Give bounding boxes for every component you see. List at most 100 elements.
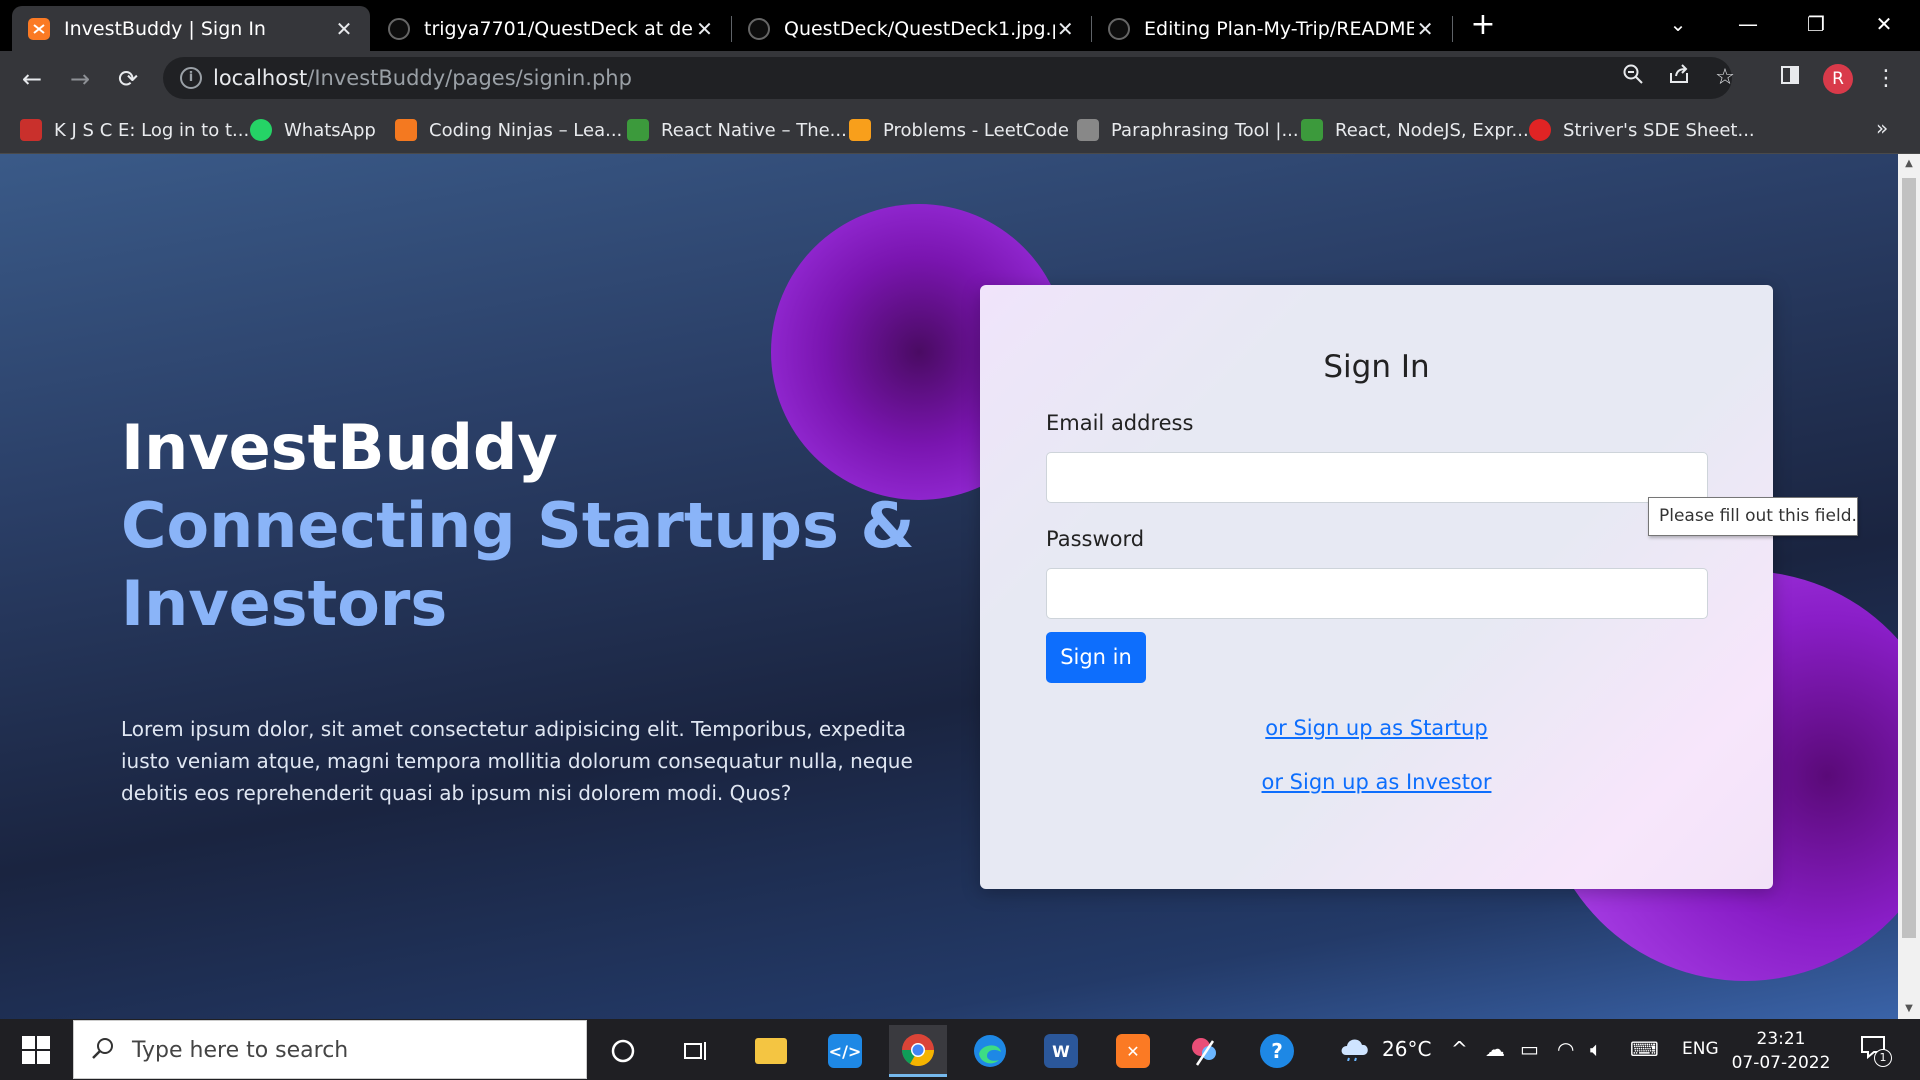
- bookmark-react-nodejs[interactable]: React, NodeJS, Expr...: [1301, 116, 1529, 144]
- help-icon[interactable]: ?: [1248, 1025, 1306, 1077]
- tab-title: InvestBuddy | Sign In: [64, 17, 266, 40]
- address-bar[interactable]: i localhost/InvestBuddy/pages/signin.php…: [163, 57, 1735, 99]
- windows-start-icon[interactable]: [12, 1032, 60, 1068]
- tagline: Connecting Startups & Investors: [121, 489, 915, 640]
- leetcode-icon: [849, 119, 871, 141]
- email-field[interactable]: [1046, 452, 1708, 503]
- forward-button[interactable]: →: [62, 61, 98, 97]
- xampp-icon[interactable]: ✕: [1104, 1025, 1162, 1077]
- password-field[interactable]: [1046, 568, 1708, 619]
- xampp-icon: [28, 17, 50, 40]
- tab-title: QuestDeck/QuestDeck1.jpg.png: [784, 17, 1055, 40]
- weather-temp[interactable]: 26°C: [1382, 1037, 1431, 1061]
- close-icon[interactable]: ✕: [1055, 17, 1076, 41]
- react-nodejs-icon: [1301, 119, 1323, 141]
- snipping-tool-icon[interactable]: [1176, 1025, 1234, 1077]
- tab-plan-my-trip[interactable]: Editing Plan-My-Trip/README.m ✕: [1092, 6, 1450, 51]
- info-icon[interactable]: i: [180, 67, 202, 89]
- bookmark-paraphrasing[interactable]: Paraphrasing Tool |...: [1077, 116, 1299, 144]
- tab-questdeck[interactable]: trigya7701/QuestDeck at dev ✕: [372, 6, 730, 51]
- tab-title: Editing Plan-My-Trip/README.m: [1144, 17, 1415, 40]
- notification-icon[interactable]: 1: [1858, 1035, 1892, 1067]
- close-icon[interactable]: ✕: [693, 17, 716, 41]
- side-panel-icon[interactable]: [1772, 61, 1808, 97]
- bookmark-kjsce[interactable]: K J S C E: Log in to t...: [20, 116, 249, 144]
- wifi-icon[interactable]: ◠: [1557, 1037, 1574, 1061]
- profile-avatar[interactable]: R: [1823, 64, 1853, 94]
- bookmark-label: Striver's SDE Sheet...: [1563, 119, 1755, 141]
- bookmarks-overflow-icon[interactable]: »: [1876, 116, 1888, 140]
- bookmark-striver[interactable]: Striver's SDE Sheet...: [1529, 116, 1755, 144]
- browser-toolbar: ← → ⟳ i localhost/InvestBuddy/pages/sign…: [0, 51, 1920, 106]
- clock-time: 23:21: [1756, 1029, 1806, 1049]
- bookmark-star-icon[interactable]: ☆: [1710, 63, 1740, 93]
- signin-button[interactable]: Sign in: [1046, 632, 1146, 683]
- language-indicator[interactable]: ENG: [1682, 1039, 1719, 1059]
- vscode-icon[interactable]: </>: [816, 1025, 874, 1077]
- tab-investbuddy[interactable]: InvestBuddy | Sign In ✕: [12, 6, 370, 51]
- system-clock[interactable]: 23:21 07-07-2022: [1726, 1027, 1836, 1075]
- new-tab-button[interactable]: +: [1467, 10, 1499, 42]
- password-label: Password: [1046, 527, 1145, 551]
- chevron-up-icon[interactable]: ^: [1451, 1037, 1468, 1061]
- whatsapp-icon: [250, 119, 272, 141]
- tab-strip: InvestBuddy | Sign In ✕ trigya7701/Quest…: [0, 0, 1920, 51]
- windows-taskbar: Type here to search </> W ✕ ? 26°C ^ ☁ ▭…: [0, 1019, 1920, 1080]
- edge-icon[interactable]: [961, 1025, 1019, 1077]
- bookmark-label: K J S C E: Log in to t...: [54, 119, 250, 141]
- tab-questdeck-image[interactable]: QuestDeck/QuestDeck1.jpg.png ✕: [732, 6, 1090, 51]
- coding-ninjas-icon: [395, 119, 417, 141]
- taskbar-search[interactable]: Type here to search: [73, 1020, 587, 1079]
- signup-investor-link[interactable]: or Sign up as Investor: [980, 770, 1773, 794]
- hero-section: InvestBuddy Connecting Startups & Invest…: [121, 409, 951, 809]
- bookmark-label: Paraphrasing Tool |...: [1111, 119, 1299, 141]
- validation-tooltip: Please fill out this field.: [1648, 497, 1858, 536]
- url-text[interactable]: localhost/InvestBuddy/pages/signin.php: [213, 66, 632, 90]
- chrome-icon[interactable]: [889, 1025, 947, 1077]
- page-scrollbar[interactable]: ▲ ▼: [1898, 154, 1920, 1019]
- scroll-thumb[interactable]: [1902, 178, 1916, 938]
- url-host: localhost: [213, 66, 308, 90]
- bookmark-leetcode[interactable]: Problems - LeetCode: [849, 116, 1069, 144]
- close-icon[interactable]: ✕: [332, 17, 356, 41]
- cortana-icon[interactable]: [594, 1025, 652, 1077]
- github-icon: [748, 17, 770, 40]
- file-explorer-icon[interactable]: [742, 1025, 800, 1077]
- keyboard-icon[interactable]: ⌨: [1630, 1037, 1659, 1061]
- tab-title: trigya7701/QuestDeck at dev: [424, 17, 693, 40]
- volume-icon[interactable]: 🔈︎: [1590, 1037, 1602, 1061]
- striver-icon: [1529, 119, 1551, 141]
- battery-icon[interactable]: ▭: [1520, 1037, 1539, 1061]
- minimize-button[interactable]: —: [1718, 6, 1778, 42]
- bookmark-react-native[interactable]: React Native – The...: [627, 116, 847, 144]
- kjsce-icon: [20, 119, 42, 141]
- bookmark-label: React Native – The...: [661, 119, 847, 141]
- scroll-up-icon[interactable]: ▲: [1898, 154, 1920, 174]
- bookmark-label: WhatsApp: [284, 119, 376, 141]
- task-view-icon[interactable]: [666, 1025, 724, 1077]
- onedrive-icon[interactable]: ☁: [1485, 1037, 1505, 1061]
- email-label: Email address: [1046, 411, 1194, 435]
- signin-title: Sign In: [1323, 349, 1430, 385]
- back-button[interactable]: ←: [14, 61, 50, 97]
- close-window-button[interactable]: ✕: [1854, 6, 1914, 42]
- scroll-down-icon[interactable]: ▼: [1898, 999, 1920, 1019]
- tab-search-icon[interactable]: ⌄: [1648, 6, 1708, 42]
- bookmark-coding-ninjas[interactable]: Coding Ninjas – Lea...: [395, 116, 622, 144]
- close-icon[interactable]: ✕: [1414, 17, 1436, 41]
- react-native-icon: [627, 119, 649, 141]
- reload-button[interactable]: ⟳: [110, 61, 146, 97]
- notification-count: 1: [1874, 1049, 1892, 1067]
- search-icon: [90, 1036, 120, 1066]
- bookmark-whatsapp[interactable]: WhatsApp: [250, 116, 376, 144]
- quill-icon: [1077, 119, 1099, 141]
- menu-icon[interactable]: ⋮: [1868, 61, 1904, 97]
- signin-card: Sign In Email address Password Sign in o…: [980, 285, 1773, 889]
- zoom-icon[interactable]: [1618, 63, 1648, 93]
- signup-startup-link[interactable]: or Sign up as Startup: [980, 716, 1773, 740]
- word-icon[interactable]: W: [1032, 1025, 1090, 1077]
- share-icon[interactable]: [1664, 63, 1694, 93]
- restore-button[interactable]: ❐: [1786, 6, 1846, 42]
- page-viewport: InvestBuddy Connecting Startups & Invest…: [0, 154, 1898, 1019]
- weather-cloud-icon[interactable]: [1337, 1031, 1373, 1066]
